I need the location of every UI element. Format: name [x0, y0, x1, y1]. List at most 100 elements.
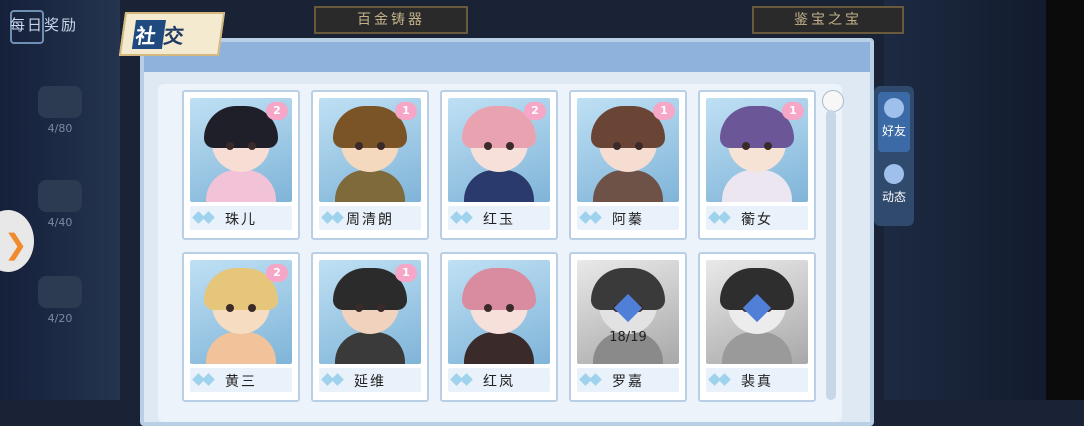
- portrait-eye: [226, 142, 234, 150]
- friend-portrait: 1: [706, 98, 808, 202]
- affection-heart-icon: 1: [395, 102, 417, 120]
- name-row: 延维: [319, 368, 421, 392]
- portrait-eye: [226, 304, 234, 312]
- friend-name: 红岚: [483, 374, 515, 390]
- friend-card[interactable]: 裴真: [698, 252, 816, 402]
- friend-card[interactable]: 1 延维: [311, 252, 429, 402]
- portrait-body: [722, 332, 792, 364]
- locked-diamond-icon: [742, 293, 772, 326]
- friend-card[interactable]: 1 蘅女: [698, 90, 816, 240]
- portrait-body: [464, 332, 534, 364]
- reward-icon: [38, 276, 82, 308]
- friend-card[interactable]: 1 周清朗: [311, 90, 429, 240]
- friend-name: 延维: [354, 374, 386, 390]
- name-row: 周清朗: [319, 206, 421, 230]
- affection-heart-icon: 1: [653, 102, 675, 120]
- top-tab-right[interactable]: 鉴宝之宝: [752, 6, 904, 34]
- portrait-hair: [462, 268, 536, 310]
- friend-card[interactable]: 2 珠儿: [182, 90, 300, 240]
- friend-portrait: 2: [190, 98, 292, 202]
- side-reward-2[interactable]: 4/40: [30, 180, 90, 229]
- tab-moments[interactable]: 动态: [878, 158, 910, 218]
- portrait-body: [335, 332, 405, 364]
- affection-heart-icon: 1: [782, 102, 804, 120]
- friend-card[interactable]: 1 阿蓁: [569, 90, 687, 240]
- name-row: 罗嘉: [577, 368, 679, 392]
- scrollbar[interactable]: [826, 110, 836, 400]
- affection-heart-icon: 2: [266, 264, 288, 282]
- back-arrow-icon: ❯: [4, 228, 28, 261]
- friend-portrait: [706, 260, 808, 364]
- right-edge: [1046, 0, 1084, 400]
- friend-name: 红玉: [483, 212, 515, 228]
- portrait-eye: [377, 142, 385, 150]
- moments-icon: [884, 164, 904, 184]
- friends-icon: [884, 98, 904, 118]
- portrait-body: [206, 332, 276, 364]
- name-row: 裴真: [706, 368, 808, 392]
- side-reward-1[interactable]: 4/80: [30, 86, 90, 135]
- affection-heart-icon: 1: [395, 264, 417, 282]
- friend-name: 蘅女: [741, 212, 773, 228]
- side-tabs: 好友 动态: [874, 86, 914, 226]
- portrait-eye: [484, 142, 492, 150]
- portrait-body: [206, 170, 276, 202]
- friend-portrait: 18/19: [577, 260, 679, 364]
- portrait-body: [593, 170, 663, 202]
- title-rest: 交: [162, 24, 192, 48]
- friend-card[interactable]: 2 红玉: [440, 90, 558, 240]
- portrait-eye: [248, 142, 256, 150]
- portrait-eye: [506, 142, 514, 150]
- name-row: 红岚: [448, 368, 550, 392]
- diamond-shape: [742, 293, 772, 323]
- name-row: 蘅女: [706, 206, 808, 230]
- friend-card[interactable]: 2 黄三: [182, 252, 300, 402]
- friend-name: 珠儿: [225, 212, 257, 228]
- reward-icon: [38, 86, 82, 118]
- top-tab-left[interactable]: 百金铸器: [314, 6, 468, 34]
- title-first-char: 社: [131, 20, 166, 49]
- portrait-eye: [355, 304, 363, 312]
- friend-name: 裴真: [741, 374, 773, 390]
- friend-portrait: 1: [319, 98, 421, 202]
- friend-card[interactable]: 18/19 罗嘉: [569, 252, 687, 402]
- portrait-eye: [484, 304, 492, 312]
- scroll-knob[interactable]: [822, 90, 844, 112]
- tab-friends[interactable]: 好友: [878, 92, 910, 152]
- portrait-body: [335, 170, 405, 202]
- friend-portrait: 2: [448, 98, 550, 202]
- friend-portrait: 1: [319, 260, 421, 364]
- friend-portrait: [448, 260, 550, 364]
- friend-portrait: 2: [190, 260, 292, 364]
- portrait-eye: [377, 304, 385, 312]
- portrait-eye: [248, 304, 256, 312]
- name-row: 阿蓁: [577, 206, 679, 230]
- reward-icon: [38, 180, 82, 212]
- portrait-eye: [764, 142, 772, 150]
- portrait-body: [722, 170, 792, 202]
- portrait-eye: [635, 142, 643, 150]
- friend-name: 阿蓁: [612, 212, 644, 228]
- name-row: 黄三: [190, 368, 292, 392]
- portrait-eye: [613, 142, 621, 150]
- friend-name: 黄三: [225, 374, 257, 390]
- page-title: 社交: [118, 12, 226, 56]
- unlock-progress: 18/19: [609, 330, 647, 345]
- panel-header: [144, 42, 870, 72]
- name-row: 珠儿: [190, 206, 292, 230]
- affection-heart-icon: 2: [524, 102, 546, 120]
- portrait-body: [464, 170, 534, 202]
- name-row: 红玉: [448, 206, 550, 230]
- portrait-eye: [355, 142, 363, 150]
- diamond-shape: [613, 293, 643, 323]
- friend-card[interactable]: 红岚: [440, 252, 558, 402]
- portrait-eye: [742, 142, 750, 150]
- affection-heart-icon: 2: [266, 102, 288, 120]
- side-reward-3[interactable]: 4/20: [30, 276, 90, 325]
- daily-reward-label[interactable]: 每日奖励: [10, 14, 78, 35]
- friend-portrait: 1: [577, 98, 679, 202]
- friend-name: 罗嘉: [612, 374, 644, 390]
- locked-diamond-icon: [613, 293, 643, 326]
- portrait-eye: [506, 304, 514, 312]
- friend-name: 周清朗: [346, 212, 394, 228]
